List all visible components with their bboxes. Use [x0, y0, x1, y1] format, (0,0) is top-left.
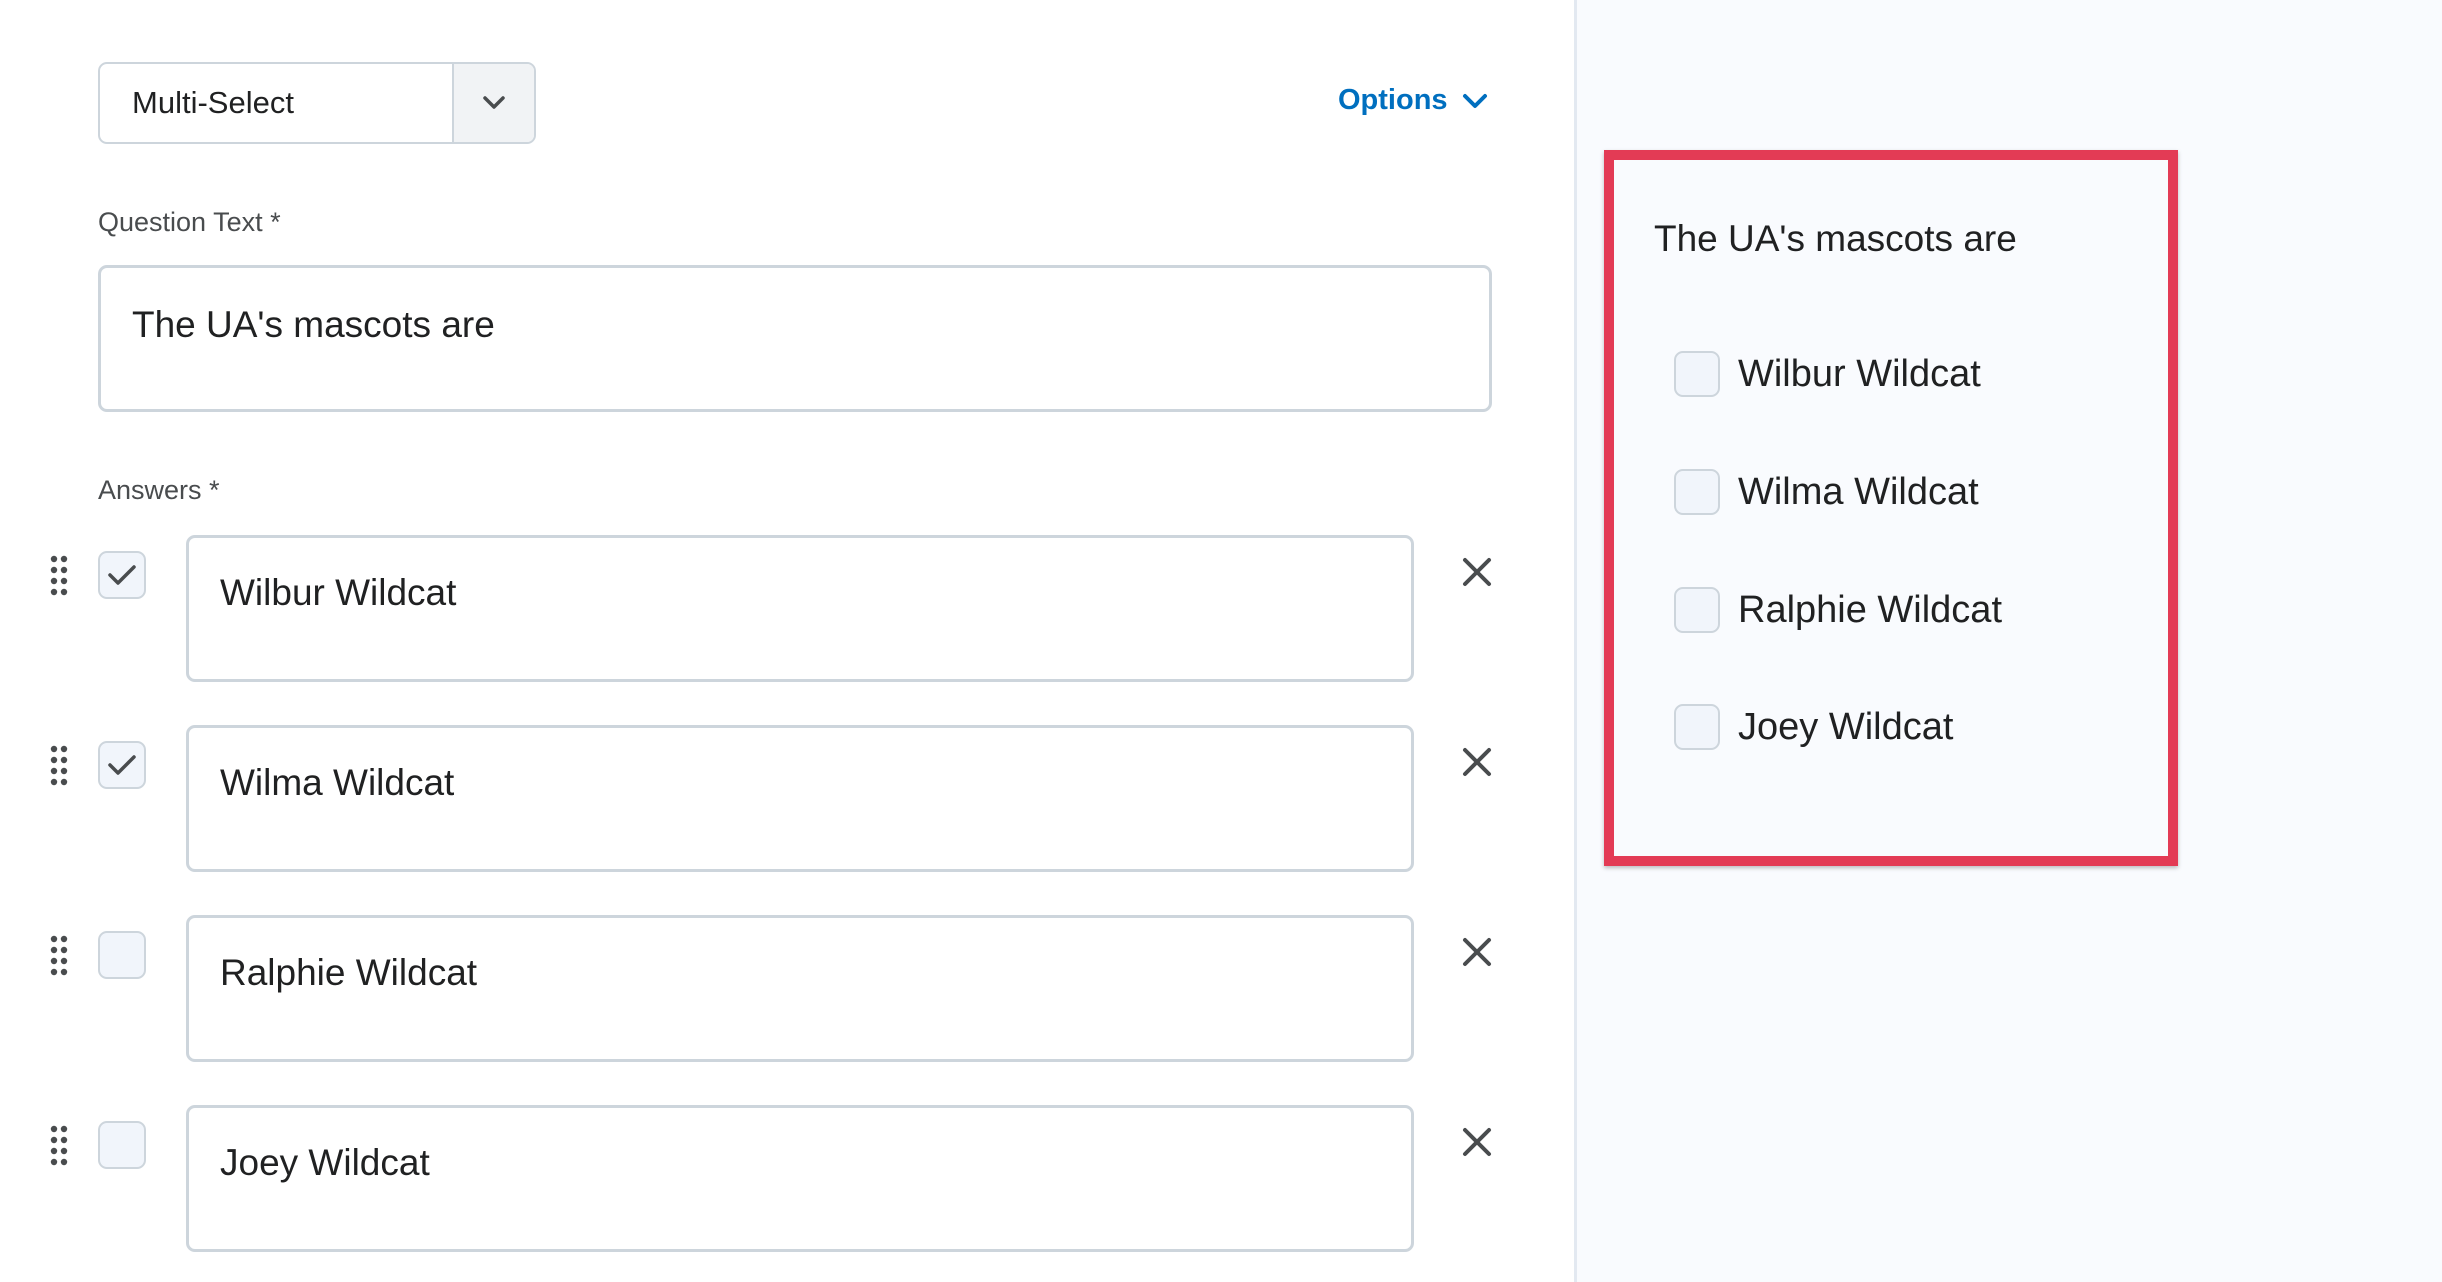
- remove-answer-icon[interactable]: [1460, 935, 1494, 969]
- preview-option-label: Wilma Wildcat: [1738, 470, 1979, 513]
- chevron-down-icon: [483, 96, 505, 109]
- preview-option-label: Ralphie Wildcat: [1738, 588, 2002, 631]
- preview-option[interactable]: Joey Wildcat: [1674, 702, 1953, 752]
- answer-text-input[interactable]: Joey Wildcat: [186, 1105, 1414, 1252]
- preview-question-text: The UA's mascots are: [1654, 218, 2017, 259]
- question-type-value: Multi-Select: [132, 85, 294, 120]
- drag-handle-icon[interactable]: [50, 745, 68, 787]
- correct-answer-checkbox[interactable]: [98, 741, 146, 789]
- answer-text-input[interactable]: Wilbur Wildcat: [186, 535, 1414, 682]
- question-editor-page: Multi-Select Options Question Text * The…: [0, 0, 2442, 1282]
- preview-option[interactable]: Wilma Wildcat: [1674, 467, 1979, 517]
- correct-answer-checkbox[interactable]: [98, 1121, 146, 1169]
- drag-handle-icon[interactable]: [50, 555, 68, 597]
- preview-option-label: Wilbur Wildcat: [1738, 352, 1981, 395]
- drag-handle-icon[interactable]: [50, 1125, 68, 1167]
- answer-row: Joey Wildcat: [0, 1105, 1574, 1255]
- checkmark-icon: [108, 565, 136, 585]
- answers-label: Answers *: [98, 475, 220, 505]
- preview-option[interactable]: Ralphie Wildcat: [1674, 585, 2002, 635]
- preview-option-label: Joey Wildcat: [1738, 705, 1954, 748]
- question-type-select[interactable]: Multi-Select: [98, 62, 536, 144]
- chevron-down-icon: [1462, 93, 1487, 108]
- preview-option-checkbox[interactable]: [1674, 704, 1720, 750]
- remove-answer-icon[interactable]: [1460, 745, 1494, 779]
- answer-row: Wilma Wildcat: [0, 725, 1574, 875]
- options-label: Options: [1338, 84, 1448, 116]
- question-type-dropdown-button[interactable]: [452, 64, 534, 142]
- correct-answer-checkbox[interactable]: [98, 931, 146, 979]
- question-text-input[interactable]: The UA's mascots are: [98, 265, 1492, 412]
- answer-text-input[interactable]: Ralphie Wildcat: [186, 915, 1414, 1062]
- checkmark-icon: [108, 755, 136, 775]
- drag-handle-icon[interactable]: [50, 935, 68, 977]
- question-editor: Multi-Select Options Question Text * The…: [0, 0, 1574, 1282]
- preview-option-checkbox[interactable]: [1674, 587, 1720, 633]
- remove-answer-icon[interactable]: [1460, 1125, 1494, 1159]
- preview-option[interactable]: Wilbur Wildcat: [1674, 349, 1981, 399]
- answer-row: Wilbur Wildcat: [0, 535, 1574, 685]
- remove-answer-icon[interactable]: [1460, 555, 1494, 589]
- answer-row: Ralphie Wildcat: [0, 915, 1574, 1065]
- options-toggle[interactable]: Options: [1338, 84, 1488, 117]
- answer-text-input[interactable]: Wilma Wildcat: [186, 725, 1414, 872]
- preview-option-checkbox[interactable]: [1674, 469, 1720, 515]
- question-text-label: Question Text *: [98, 207, 281, 237]
- correct-answer-checkbox[interactable]: [98, 551, 146, 599]
- preview-option-checkbox[interactable]: [1674, 351, 1720, 397]
